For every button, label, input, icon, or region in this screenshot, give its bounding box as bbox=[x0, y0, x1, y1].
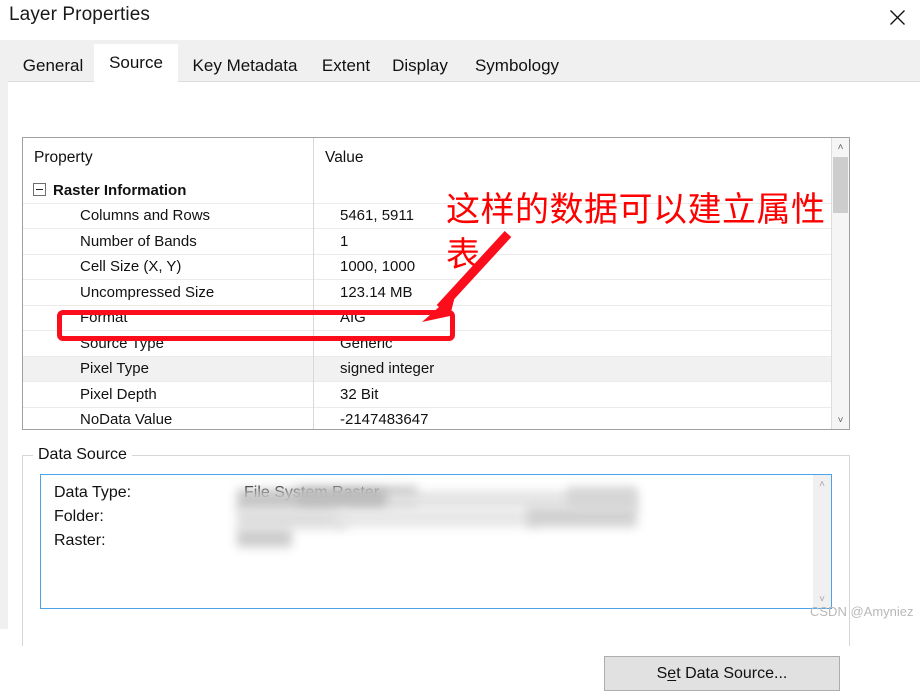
data-source-labels: Data Type: Folder: Raster: bbox=[54, 481, 131, 553]
row-property: Source Type bbox=[80, 334, 164, 352]
chevron-down-icon[interactable]: ˅ bbox=[832, 411, 849, 429]
close-button[interactable] bbox=[874, 0, 920, 34]
button-prefix: S bbox=[656, 664, 668, 682]
table-row[interactable]: Columns and Rows 5461, 5911 bbox=[23, 203, 831, 229]
label-folder: Folder: bbox=[54, 508, 104, 525]
tab-extent[interactable]: Extent bbox=[312, 50, 380, 82]
row-property: Format bbox=[80, 309, 128, 327]
row-property: Columns and Rows bbox=[80, 207, 211, 225]
row-property: NoData Value bbox=[80, 411, 173, 429]
window-title: Layer Properties bbox=[9, 4, 151, 25]
row-value: -2147483647 bbox=[340, 411, 429, 429]
source-tab-panel: Property Value Raster Information Column… bbox=[8, 81, 920, 691]
table-row[interactable]: NoData Value -2147483647 bbox=[23, 407, 831, 429]
scrollbar-thumb[interactable] bbox=[833, 157, 848, 213]
header-value: Value bbox=[325, 149, 364, 166]
table-row[interactable]: Cell Size (X, Y) 1000, 1000 bbox=[23, 254, 831, 280]
row-property: Pixel Type bbox=[80, 360, 149, 378]
column-separator bbox=[313, 138, 314, 429]
row-property: Cell Size (X, Y) bbox=[80, 258, 182, 276]
row-value: 1000, 1000 bbox=[340, 258, 416, 276]
row-value: Generic bbox=[340, 334, 393, 352]
title-bar: Layer Properties bbox=[0, 0, 920, 40]
data-source-values: File System Raster bbox=[244, 481, 379, 505]
table-row[interactable]: Pixel Depth 32 Bit bbox=[23, 382, 831, 408]
tab-general[interactable]: General bbox=[14, 50, 92, 82]
tab-strip: General Source Key Metadata Extent Displ… bbox=[0, 40, 920, 82]
data-source-group: Data Source Data Type: Folder: Raster: F… bbox=[22, 446, 850, 646]
table-row[interactable]: Number of Bands 1 bbox=[23, 229, 831, 255]
label-data-type: Data Type: bbox=[54, 484, 132, 501]
data-source-group-title: Data Source bbox=[33, 446, 132, 464]
property-grid-header: Property Value bbox=[23, 138, 831, 178]
header-property: Property bbox=[34, 149, 93, 166]
row-property: Number of Bands bbox=[80, 232, 197, 250]
tab-source[interactable]: Source bbox=[94, 44, 178, 82]
value-data-type: File System Raster bbox=[244, 484, 380, 501]
watermark: CSDN @Amyniez bbox=[810, 604, 914, 619]
chevron-up-icon[interactable]: ˄ bbox=[832, 138, 849, 156]
chevron-up-icon[interactable]: ˄ bbox=[813, 475, 831, 493]
label-raster: Raster: bbox=[54, 532, 106, 549]
set-data-source-button[interactable]: Set Data Source... bbox=[604, 656, 840, 691]
tab-display[interactable]: Display bbox=[382, 50, 458, 82]
row-value: 32 Bit bbox=[340, 385, 379, 403]
row-value: 123.14 MB bbox=[340, 283, 413, 301]
group-value bbox=[314, 178, 831, 203]
property-grid-rows: Property Value Raster Information Column… bbox=[23, 138, 831, 429]
table-row-pixel-type[interactable]: Pixel Type signed integer bbox=[23, 356, 831, 382]
table-row[interactable]: Uncompressed Size 123.14 MB bbox=[23, 280, 831, 306]
data-source-scrollbar[interactable]: ˄ ˅ bbox=[813, 475, 831, 608]
row-value: signed integer bbox=[340, 360, 435, 378]
button-suffix: t Data Source... bbox=[676, 664, 788, 682]
button-accel-key: e bbox=[667, 664, 677, 682]
property-grid-scrollbar[interactable]: ˄ ˅ bbox=[831, 138, 849, 429]
row-property: Pixel Depth bbox=[80, 385, 157, 403]
tab-key-metadata[interactable]: Key Metadata bbox=[180, 50, 310, 82]
table-row-raster-information[interactable]: Raster Information bbox=[23, 178, 831, 204]
group-label: Raster Information bbox=[53, 181, 187, 199]
row-value: 1 bbox=[340, 232, 349, 250]
tab-symbology[interactable]: Symbology bbox=[460, 50, 574, 82]
table-row[interactable]: Format AIG bbox=[23, 305, 831, 331]
row-value: AIG bbox=[340, 309, 366, 327]
property-grid: Property Value Raster Information Column… bbox=[22, 137, 850, 430]
data-source-textbox[interactable]: Data Type: Folder: Raster: File System R… bbox=[40, 474, 832, 609]
table-row[interactable]: Source Type Generic bbox=[23, 331, 831, 357]
close-icon bbox=[889, 9, 906, 26]
layer-properties-dialog: Layer Properties General Source Key Meta… bbox=[0, 0, 920, 691]
dialog-body: General Source Key Metadata Extent Displ… bbox=[0, 40, 920, 691]
row-property: Uncompressed Size bbox=[80, 283, 215, 301]
row-value: 5461, 5911 bbox=[340, 207, 414, 225]
